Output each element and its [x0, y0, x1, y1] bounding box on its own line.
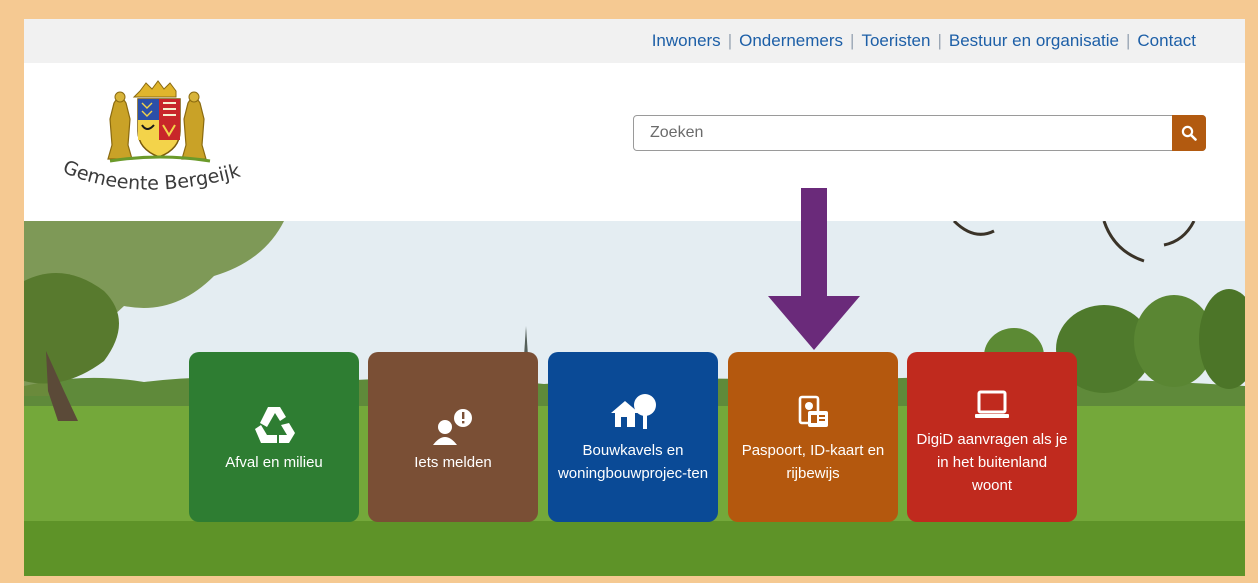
nav-separator: |: [937, 31, 942, 50]
person-alert-icon: [433, 408, 472, 445]
tile-label: Bouwkavels en woningbouwprojec-ten: [557, 442, 709, 482]
tile-label: Paspoort, ID-kaart en rijbewijs: [741, 442, 885, 482]
nav-link-inwoners[interactable]: Inwoners: [652, 31, 721, 51]
logo-text: Gemeente Bergeijk: [60, 156, 243, 194]
site-header: Gemeente Bergeijk: [24, 63, 1245, 221]
recycle-icon: [255, 406, 295, 443]
tile-digid[interactable]: DigiD aanvragen als je in het buitenland…: [907, 352, 1077, 522]
nav-separator: |: [727, 31, 733, 50]
search-icon: [1181, 125, 1197, 141]
tile-label: Afval en milieu: [225, 453, 323, 471]
id-card-icon: [798, 395, 828, 427]
tile-paspoort[interactable]: Paspoort, ID-kaart en rijbewijs: [728, 352, 898, 522]
tile-iets-melden[interactable]: Iets melden: [368, 352, 538, 522]
nav-link-bestuur[interactable]: Bestuur en organisatie: [949, 31, 1119, 51]
page-frame: Inwoners | Ondernemers | Toeristen | Bes…: [24, 19, 1245, 576]
tile-bouwkavels[interactable]: Bouwkavels en woningbouwprojec-ten: [548, 352, 718, 522]
search-button[interactable]: [1172, 115, 1206, 151]
gemeente-bergeijk-logo[interactable]: Gemeente Bergeijk: [56, 75, 286, 205]
hero-banner: Afval en milieu Iets melden Bouwkavels e…: [24, 221, 1245, 576]
search-input[interactable]: [634, 116, 1172, 150]
laptop-icon: [975, 390, 1009, 418]
nav-separator: |: [1125, 31, 1131, 50]
tile-label: Iets melden: [414, 453, 492, 471]
tile-label: DigiD aanvragen als je in het buitenland…: [916, 430, 1068, 494]
house-tree-icon: [611, 394, 656, 429]
nav-separator: |: [850, 31, 855, 50]
nav-link-contact[interactable]: Contact: [1137, 31, 1196, 51]
nav-link-ondernemers[interactable]: Ondernemers: [739, 31, 843, 51]
nav-link-toeristen[interactable]: Toeristen: [861, 31, 930, 51]
top-navigation: Inwoners | Ondernemers | Toeristen | Bes…: [24, 19, 1245, 63]
search-bar: [633, 115, 1206, 151]
tile-afval-en-milieu[interactable]: Afval en milieu: [189, 352, 359, 522]
annotation-arrow: [768, 188, 860, 350]
